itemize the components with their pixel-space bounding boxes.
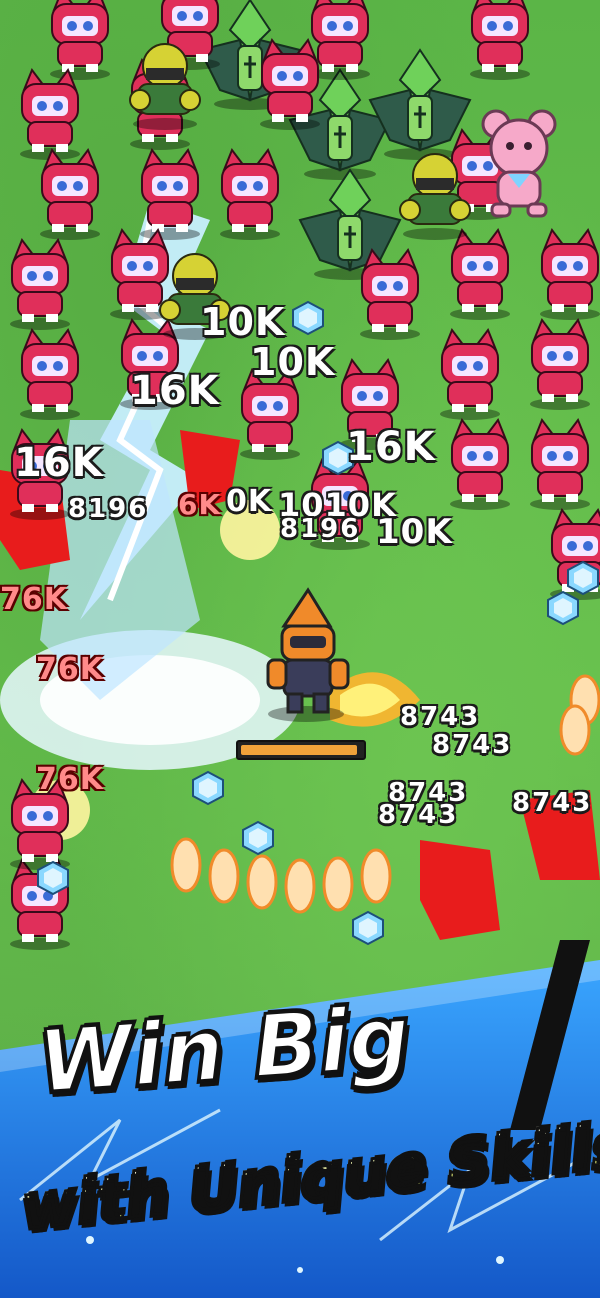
beetle-robot-enemy <box>390 150 480 240</box>
hero-character <box>266 587 350 722</box>
xp-gem-icon <box>565 560 600 600</box>
damage-number: 8743 <box>400 702 481 732</box>
damage-number: 0K <box>226 484 273 519</box>
damage-number: 10K <box>200 300 286 344</box>
damage-number: 10K <box>250 340 336 384</box>
cat-robot-enemy <box>530 227 600 320</box>
xp-gem-icon <box>190 770 226 810</box>
cat-robot-enemy <box>130 147 210 240</box>
cat-robot-enemy <box>520 317 600 410</box>
game-screen: 10K 10K 16K 16K 16K 8196 6K 0K 1010K 819… <box>0 0 600 1298</box>
cat-robot-enemy <box>440 227 520 320</box>
hero-health-fill <box>241 745 358 755</box>
hero-health-bar <box>236 740 366 760</box>
cat-robot-enemy <box>520 417 600 510</box>
damage-number: 16K <box>130 368 220 414</box>
xp-gem-icon <box>35 860 71 900</box>
cat-robot-enemy <box>30 147 110 240</box>
damage-number: 8743 <box>512 788 593 818</box>
damage-number: 76K <box>36 762 104 797</box>
cat-robot-enemy <box>40 0 120 80</box>
cat-robot-enemy <box>210 147 290 240</box>
damage-number: 16K <box>14 440 104 486</box>
xp-gem-icon <box>290 300 326 340</box>
damage-number: 76K <box>36 652 104 687</box>
cat-robot-enemy <box>0 237 80 330</box>
beetle-robot-enemy <box>120 40 210 130</box>
cat-robot-enemy <box>440 417 520 510</box>
damage-number: 16K <box>346 424 436 470</box>
damage-number: 76K <box>0 582 68 617</box>
damage-number: 8743 <box>432 730 513 760</box>
xp-gem-icon <box>240 820 276 860</box>
damage-number: 6K <box>178 488 222 521</box>
cat-robot-enemy <box>350 247 430 340</box>
cat-robot-enemy <box>430 327 510 420</box>
cat-robot-enemy <box>460 0 540 80</box>
damage-number: 8196 <box>68 494 149 524</box>
damage-number: 8743 <box>378 800 459 830</box>
damage-number: 8196 <box>280 514 361 544</box>
cat-robot-enemy <box>10 327 90 420</box>
damage-number: 10K <box>376 512 453 552</box>
teddy-bear-pickup-icon <box>481 109 557 218</box>
cat-robot-enemy <box>250 37 330 130</box>
cat-robot-enemy <box>10 67 90 160</box>
